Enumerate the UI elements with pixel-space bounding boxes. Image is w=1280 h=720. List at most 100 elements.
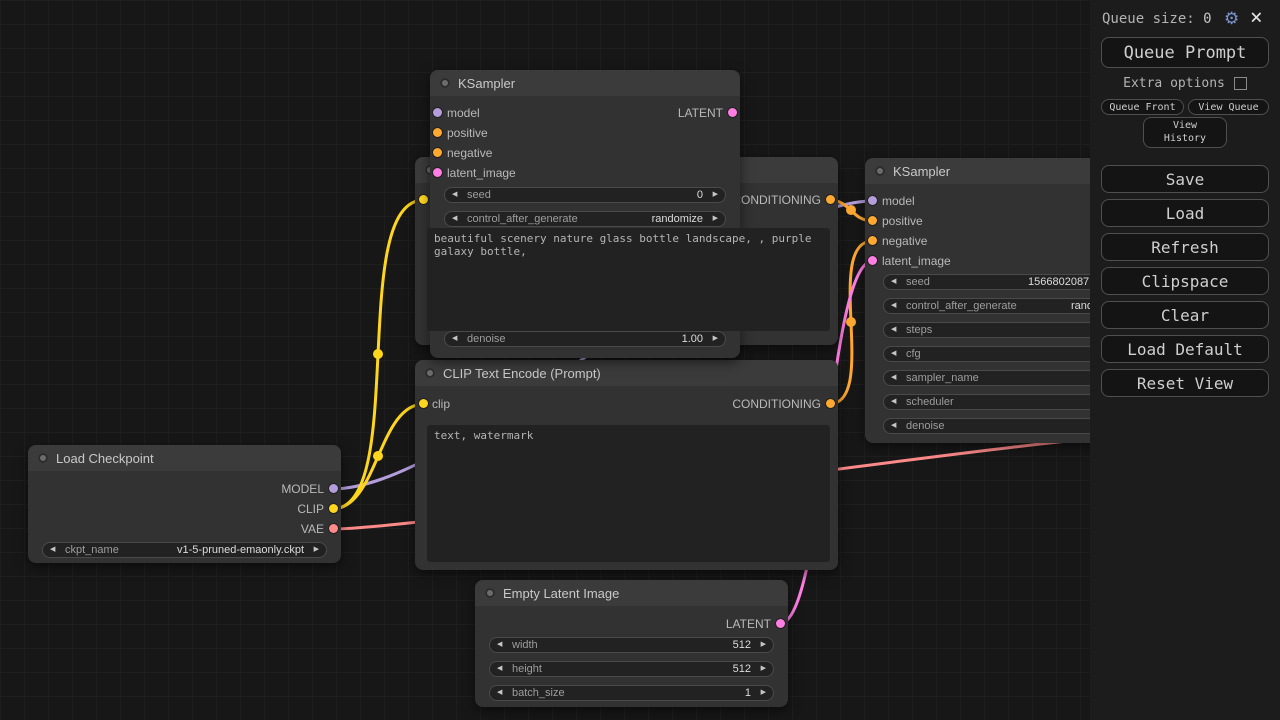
widget-label: ckpt_name xyxy=(65,543,119,557)
widget-label: denoise xyxy=(467,332,506,346)
input-slot-negative[interactable] xyxy=(868,236,877,245)
output-label-latent: LATENT xyxy=(678,106,723,120)
prev-option-icon[interactable] xyxy=(891,371,896,385)
node-title: Load Checkpoint xyxy=(56,451,154,466)
output-slot-conditioning[interactable] xyxy=(826,399,835,408)
load-button[interactable]: Load xyxy=(1101,199,1269,227)
prev-option-icon[interactable] xyxy=(891,395,896,409)
increment-icon[interactable] xyxy=(761,638,766,652)
input-label-positive: positive xyxy=(882,214,923,228)
node-collapse-dot[interactable] xyxy=(875,166,885,176)
settings-gear-icon[interactable]: ⚙ xyxy=(1224,9,1239,29)
node-collapse-dot[interactable] xyxy=(485,588,495,598)
input-slot-model[interactable] xyxy=(433,108,442,117)
output-label-conditioning: CONDITIONING xyxy=(732,397,821,411)
input-label-negative: negative xyxy=(447,146,492,160)
output-slot-vae[interactable] xyxy=(329,524,338,533)
queue-prompt-button[interactable]: Queue Prompt xyxy=(1101,37,1269,68)
output-slot-conditioning[interactable] xyxy=(826,195,835,204)
view-history-button[interactable]: View History xyxy=(1143,117,1227,148)
input-slot-clip[interactable] xyxy=(419,195,428,204)
increment-icon[interactable] xyxy=(713,188,718,202)
refresh-button[interactable]: Refresh xyxy=(1101,233,1269,261)
output-slot-model[interactable] xyxy=(329,484,338,493)
decrement-icon[interactable] xyxy=(891,419,896,433)
input-slot-clip[interactable] xyxy=(419,399,428,408)
node-collapse-dot[interactable] xyxy=(440,78,450,88)
output-label-model: MODEL xyxy=(281,482,324,496)
output-label-latent: LATENT xyxy=(726,617,771,631)
widget-label: steps xyxy=(906,323,932,337)
decrement-icon[interactable] xyxy=(497,686,502,700)
widget-label: control_after_generate xyxy=(467,212,578,226)
clipspace-button[interactable]: Clipspace xyxy=(1101,267,1269,295)
widget-value: 0 xyxy=(697,188,703,202)
save-button[interactable]: Save xyxy=(1101,165,1269,193)
node-collapse-dot[interactable] xyxy=(38,453,48,463)
queue-size-label: Queue size: xyxy=(1102,11,1195,27)
node-empty-latent-image[interactable]: Empty Latent Image LATENT width 512 heig… xyxy=(475,580,788,707)
positive-prompt-textarea[interactable]: beautiful scenery nature glass bottle la… xyxy=(427,228,830,331)
widget-value: v1-5-pruned-emaonly.ckpt xyxy=(177,543,304,557)
decrement-icon[interactable] xyxy=(497,662,502,676)
node-title: Empty Latent Image xyxy=(503,586,619,601)
input-label-model: model xyxy=(447,106,480,120)
input-label-latent-image: latent_image xyxy=(882,254,951,268)
decrement-icon[interactable] xyxy=(891,347,896,361)
decrement-icon[interactable] xyxy=(452,188,457,202)
increment-icon[interactable] xyxy=(761,686,766,700)
width-widget[interactable]: width 512 xyxy=(489,637,774,653)
output-slot-latent[interactable] xyxy=(728,108,737,117)
decrement-icon[interactable] xyxy=(452,332,457,346)
node-title: KSampler xyxy=(893,164,950,179)
node-load-checkpoint[interactable]: Load Checkpoint MODEL CLIP VAE ckpt_name… xyxy=(28,445,341,563)
input-slot-positive[interactable] xyxy=(868,216,877,225)
node-title-bar[interactable]: KSampler xyxy=(430,70,740,96)
output-label-vae: VAE xyxy=(301,522,324,536)
output-slot-latent[interactable] xyxy=(776,619,785,628)
output-slot-clip[interactable] xyxy=(329,504,338,513)
load-default-button[interactable]: Load Default xyxy=(1101,335,1269,363)
clear-button[interactable]: Clear xyxy=(1101,301,1269,329)
decrement-icon[interactable] xyxy=(452,212,457,226)
node-title-bar[interactable]: Load Checkpoint xyxy=(28,445,341,471)
close-icon[interactable]: × xyxy=(1250,5,1263,29)
prev-option-icon[interactable] xyxy=(50,543,55,557)
next-option-icon[interactable] xyxy=(314,543,319,557)
node-collapse-dot[interactable] xyxy=(425,368,435,378)
input-slot-latent-image[interactable] xyxy=(433,168,442,177)
decrement-icon[interactable] xyxy=(891,275,896,289)
link-midpoint-dot xyxy=(846,205,856,215)
batch-size-widget[interactable]: batch_size 1 xyxy=(489,685,774,701)
queue-size-value: 0 xyxy=(1203,11,1211,27)
input-label-positive: positive xyxy=(447,126,488,140)
input-slot-model[interactable] xyxy=(868,196,877,205)
decrement-icon[interactable] xyxy=(891,323,896,337)
menu-panel: Queue size: 0 ⚙ × Queue Prompt Extra opt… xyxy=(1090,0,1280,720)
extra-options-checkbox[interactable] xyxy=(1234,77,1247,90)
reset-view-button[interactable]: Reset View xyxy=(1101,369,1269,397)
decrement-icon[interactable] xyxy=(891,299,896,313)
height-widget[interactable]: height 512 xyxy=(489,661,774,677)
link-midpoint-dot xyxy=(846,317,856,327)
node-title-bar[interactable]: Empty Latent Image xyxy=(475,580,788,606)
control-after-generate-widget[interactable]: control_after_generate randomize xyxy=(444,211,726,227)
ckpt-name-widget[interactable]: ckpt_name v1-5-pruned-emaonly.ckpt xyxy=(42,542,327,558)
node-title-bar[interactable]: CLIP Text Encode (Prompt) xyxy=(415,360,838,386)
input-slot-latent-image[interactable] xyxy=(868,256,877,265)
link-midpoint-dot xyxy=(373,349,383,359)
increment-icon[interactable] xyxy=(713,332,718,346)
increment-icon[interactable] xyxy=(761,662,766,676)
view-queue-button[interactable]: View Queue xyxy=(1188,99,1269,115)
input-slot-positive[interactable] xyxy=(433,128,442,137)
extra-options-row: Extra options xyxy=(1090,76,1280,91)
widget-label: seed xyxy=(467,188,491,202)
output-label-clip: CLIP xyxy=(297,502,324,516)
denoise-widget[interactable]: denoise 1.00 xyxy=(444,331,726,347)
input-slot-negative[interactable] xyxy=(433,148,442,157)
seed-widget[interactable]: seed 0 xyxy=(444,187,726,203)
increment-icon[interactable] xyxy=(713,212,718,226)
decrement-icon[interactable] xyxy=(497,638,502,652)
negative-prompt-textarea[interactable]: text, watermark xyxy=(427,425,830,562)
queue-front-button[interactable]: Queue Front xyxy=(1101,99,1184,115)
